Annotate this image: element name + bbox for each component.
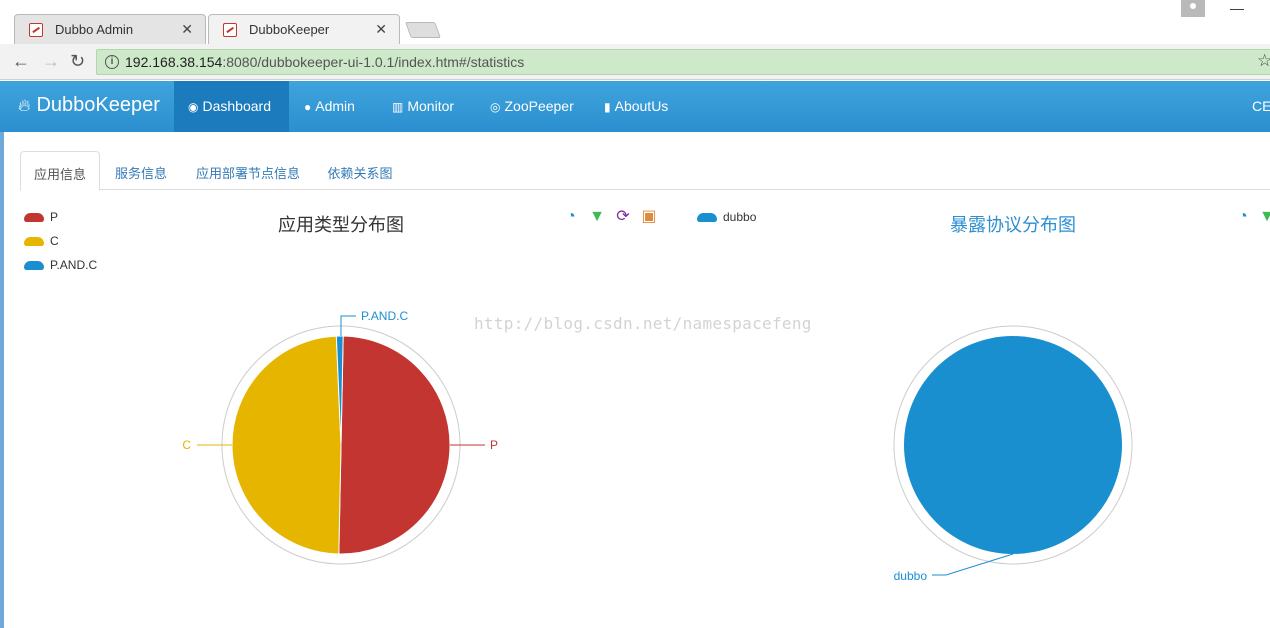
pie-chart-app-type: P.AND.C P Cdubbo [182,309,1133,583]
pie-label: P [490,438,498,452]
pie-label: C [182,438,191,452]
pie-slice-p[interactable] [338,335,451,555]
pie-label: P.AND.C [361,309,408,323]
pie-slice-dubbo[interactable] [904,336,1122,554]
pie-slice-c[interactable] [231,335,342,555]
pie-label: dubbo [894,569,928,583]
